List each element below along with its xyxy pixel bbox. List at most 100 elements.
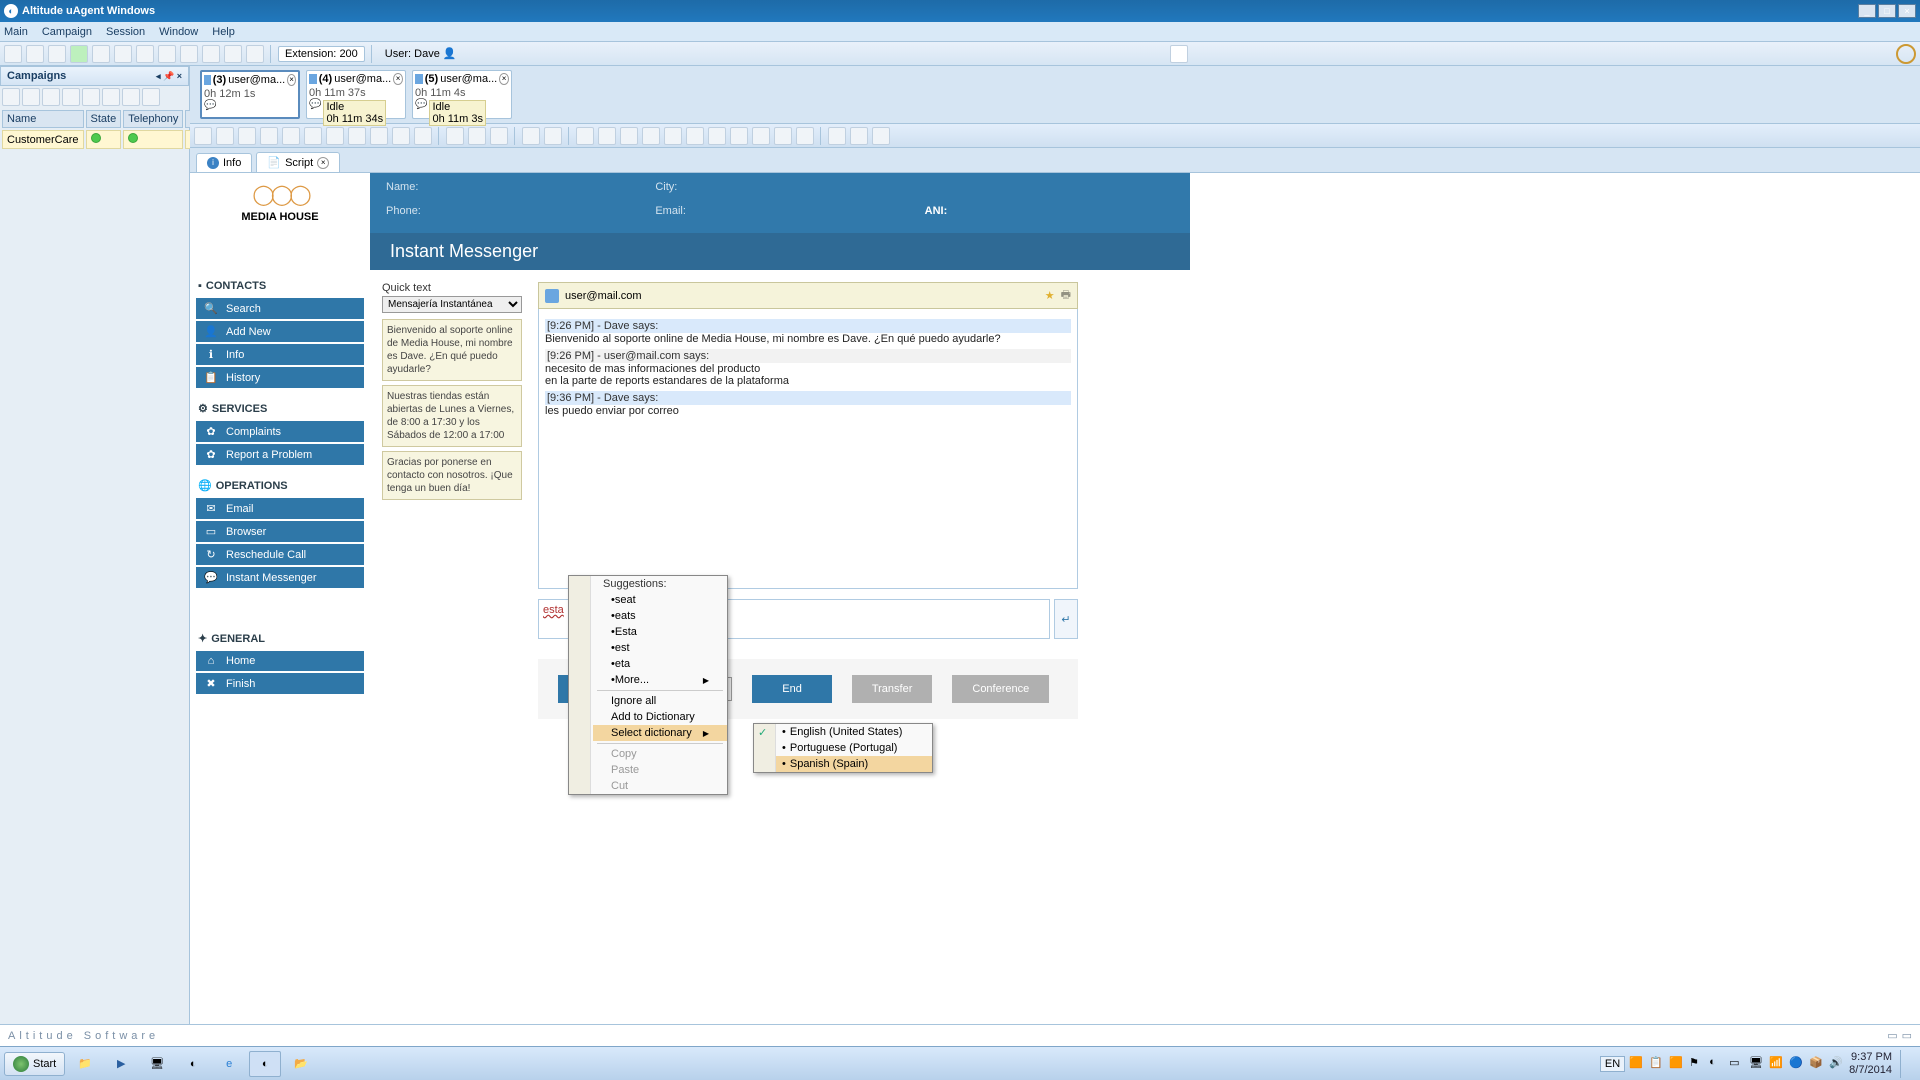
cm-suggestion[interactable]: • seat bbox=[593, 592, 727, 608]
dict-pt[interactable]: • Portuguese (Portugal) bbox=[754, 740, 932, 756]
nav-im[interactable]: 💬Instant Messenger bbox=[196, 567, 364, 588]
nav-email[interactable]: ✉Email bbox=[196, 498, 364, 519]
close-session-icon[interactable]: × bbox=[393, 73, 403, 85]
nav-info[interactable]: ℹInfo bbox=[196, 344, 364, 365]
cm-select-dict[interactable]: Select dictionary▶ ✓• English (United St… bbox=[593, 725, 727, 741]
tb-icon[interactable] bbox=[202, 45, 220, 63]
menu-help[interactable]: Help bbox=[212, 26, 235, 38]
tray-icon[interactable]: ▭ bbox=[1729, 1056, 1745, 1072]
camp-tb-icon[interactable] bbox=[142, 88, 160, 106]
st-icon[interactable] bbox=[598, 127, 616, 145]
tb-icon[interactable] bbox=[92, 45, 110, 63]
st-icon[interactable] bbox=[260, 127, 278, 145]
camp-tb-icon[interactable] bbox=[122, 88, 140, 106]
close-session-icon[interactable]: × bbox=[287, 74, 296, 86]
st-icon[interactable] bbox=[238, 127, 256, 145]
st-icon[interactable] bbox=[686, 127, 704, 145]
st-icon[interactable] bbox=[774, 127, 792, 145]
phone-icon[interactable] bbox=[70, 45, 88, 63]
cm-suggestion[interactable]: • eta bbox=[593, 656, 727, 672]
st-icon[interactable] bbox=[708, 127, 726, 145]
st-icon[interactable] bbox=[576, 127, 594, 145]
cm-suggestion[interactable]: • Esta bbox=[593, 624, 727, 640]
st-icon[interactable] bbox=[348, 127, 366, 145]
print-icon[interactable]: 🖶 bbox=[1061, 286, 1071, 305]
session-tab-4[interactable]: (4) user@ma...× 0h 11m 37s 💬Idle0h 11m 3… bbox=[306, 70, 406, 119]
tb-icon[interactable] bbox=[180, 45, 198, 63]
session-tab-5[interactable]: (5) user@ma...× 0h 11m 4s 💬Idle0h 11m 3s bbox=[412, 70, 512, 119]
close-session-icon[interactable]: × bbox=[499, 73, 509, 85]
st-icon[interactable] bbox=[730, 127, 748, 145]
menu-main[interactable]: Main bbox=[4, 26, 28, 38]
tray-icon[interactable]: ◐ bbox=[1709, 1056, 1725, 1072]
nav-report-problem[interactable]: ✿Report a Problem bbox=[196, 444, 364, 465]
session-tab-3[interactable]: (3) user@ma...× 0h 12m 1s 💬 bbox=[200, 70, 300, 119]
chat-transcript[interactable]: [9:26 PM] - Dave says: Bienvenido al sop… bbox=[538, 309, 1078, 589]
cm-more[interactable]: • More...▶ bbox=[593, 672, 727, 688]
star-icon[interactable]: ★ bbox=[1045, 289, 1055, 302]
st-icon[interactable] bbox=[620, 127, 638, 145]
st-icon[interactable] bbox=[216, 127, 234, 145]
altitude-app-icon[interactable]: ◐ bbox=[177, 1051, 209, 1077]
st-icon[interactable] bbox=[642, 127, 660, 145]
tb-icon[interactable] bbox=[136, 45, 154, 63]
end-button[interactable]: End bbox=[752, 675, 832, 703]
col-name[interactable]: Name bbox=[2, 110, 84, 128]
camp-tb-icon[interactable] bbox=[2, 88, 20, 106]
st-icon[interactable] bbox=[522, 127, 540, 145]
altitude-task-icon[interactable]: ◐ bbox=[249, 1051, 281, 1077]
ie-icon[interactable]: e bbox=[213, 1051, 245, 1077]
menu-window[interactable]: Window bbox=[159, 26, 198, 38]
nav-reschedule[interactable]: ↻Reschedule Call bbox=[196, 544, 364, 565]
footer-icon[interactable]: ▭ bbox=[1902, 1029, 1912, 1042]
tb-icon[interactable] bbox=[26, 45, 44, 63]
transfer-button[interactable]: Transfer bbox=[852, 675, 933, 703]
cm-ignore-all[interactable]: Ignore all bbox=[593, 693, 727, 709]
tray-icon[interactable]: 📋 bbox=[1649, 1056, 1665, 1072]
send-button[interactable]: ↵ bbox=[1054, 599, 1078, 639]
col-telephony[interactable]: Telephony bbox=[123, 110, 183, 128]
camp-tb-icon[interactable] bbox=[62, 88, 80, 106]
powershell-icon[interactable]: ▶ bbox=[105, 1051, 137, 1077]
menu-campaign[interactable]: Campaign bbox=[42, 26, 92, 38]
st-icon[interactable] bbox=[850, 127, 868, 145]
quicktext-select[interactable]: Mensajería Instantánea bbox=[382, 296, 522, 313]
close-button[interactable]: × bbox=[1898, 4, 1916, 18]
explorer-icon[interactable]: 📁 bbox=[69, 1051, 101, 1077]
st-icon[interactable] bbox=[490, 127, 508, 145]
tb-icon[interactable] bbox=[48, 45, 66, 63]
dict-es[interactable]: • Spanish (Spain) bbox=[754, 756, 932, 772]
tray-icon[interactable]: 🔵 bbox=[1789, 1056, 1805, 1072]
st-icon[interactable] bbox=[752, 127, 770, 145]
st-icon[interactable] bbox=[468, 127, 486, 145]
network-icon[interactable]: 📶 bbox=[1769, 1056, 1785, 1072]
camp-tb-icon[interactable] bbox=[102, 88, 120, 106]
st-icon[interactable] bbox=[392, 127, 410, 145]
camp-tb-icon[interactable] bbox=[22, 88, 40, 106]
nav-search[interactable]: 🔍Search bbox=[196, 298, 364, 319]
flag-icon[interactable]: ⚑ bbox=[1689, 1056, 1705, 1072]
nav-home[interactable]: ⌂Home bbox=[196, 651, 364, 671]
nav-add-new[interactable]: 👤Add New bbox=[196, 321, 364, 342]
quicktext-item[interactable]: Nuestras tiendas están abiertas de Lunes… bbox=[382, 385, 522, 447]
tb-icon[interactable] bbox=[158, 45, 176, 63]
dict-en[interactable]: ✓• English (United States) bbox=[754, 724, 932, 740]
maximize-button[interactable]: □ bbox=[1878, 4, 1896, 18]
st-icon[interactable] bbox=[664, 127, 682, 145]
nav-browser[interactable]: ▭Browser bbox=[196, 521, 364, 542]
pin-icon[interactable]: ◂ 📌 × bbox=[156, 71, 182, 82]
camp-tb-icon[interactable] bbox=[82, 88, 100, 106]
footer-icon[interactable]: ▭ bbox=[1887, 1029, 1897, 1042]
volume-icon[interactable]: 🔊 bbox=[1829, 1056, 1845, 1072]
st-icon[interactable] bbox=[326, 127, 344, 145]
cm-suggestion[interactable]: • eats bbox=[593, 608, 727, 624]
conference-button[interactable]: Conference bbox=[952, 675, 1049, 703]
st-icon[interactable] bbox=[304, 127, 322, 145]
st-icon[interactable] bbox=[544, 127, 562, 145]
st-icon[interactable] bbox=[370, 127, 388, 145]
tray-icon[interactable]: 🟧 bbox=[1669, 1056, 1685, 1072]
menu-session[interactable]: Session bbox=[106, 26, 145, 38]
tab-info[interactable]: iInfo bbox=[196, 153, 252, 172]
nav-complaints[interactable]: ✿Complaints bbox=[196, 421, 364, 442]
clock[interactable]: 9:37 PM8/7/2014 bbox=[1849, 1051, 1892, 1075]
